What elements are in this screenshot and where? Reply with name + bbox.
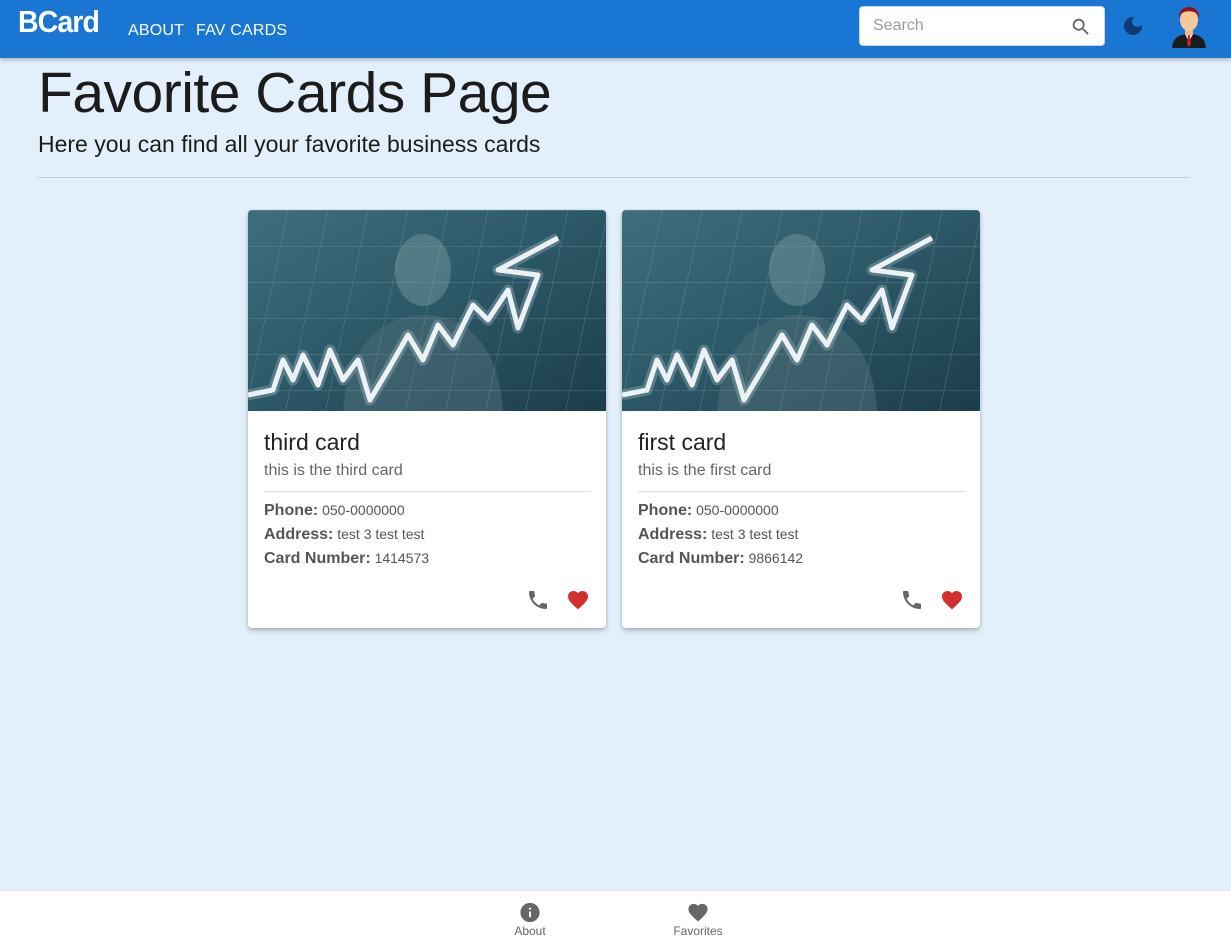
bottom-nav-favorites-label: Favorites (673, 924, 723, 937)
card-divider (638, 491, 965, 492)
app-bar: BCard ABOUT FAV CARDS (0, 0, 1231, 58)
business-card[interactable]: third card this is the third card Phone:… (248, 210, 606, 628)
card-address: Address: test 3 test test (264, 526, 424, 544)
nav-fav-cards-link[interactable]: FAV CARDS (196, 22, 287, 40)
number-label: Card Number: (638, 550, 745, 567)
bottom-nav-about[interactable]: About (470, 891, 590, 937)
card-title: first card (638, 429, 727, 455)
address-label: Address: (638, 526, 708, 543)
address-label: Address: (264, 526, 334, 543)
heart-icon[interactable] (940, 588, 964, 612)
phone-label: Phone: (264, 502, 319, 519)
card-subtitle: this is the third card (264, 462, 403, 479)
address-value: test 3 test test (337, 526, 425, 542)
phone-value: 050-0000000 (696, 502, 779, 518)
card-phone: Phone: 050-0000000 (638, 502, 779, 520)
page-title: Favorite Cards Page (38, 61, 552, 125)
number-value: 1414573 (374, 550, 430, 566)
card-title: third card (264, 429, 360, 455)
moon-icon[interactable] (1121, 14, 1145, 38)
heart-icon[interactable] (566, 588, 590, 612)
business-card[interactable]: first card this is the first card Phone:… (622, 210, 980, 628)
card-image[interactable] (622, 210, 980, 411)
card-phone: Phone: 050-0000000 (264, 502, 405, 520)
card-image[interactable] (248, 210, 606, 411)
card-address: Address: test 3 test test (638, 526, 798, 544)
number-value: 9866142 (748, 550, 804, 566)
card-subtitle: this is the first card (638, 462, 772, 479)
nav-about-link[interactable]: ABOUT (128, 22, 184, 40)
search-input[interactable] (873, 17, 1073, 35)
heart-icon (688, 903, 708, 922)
logo[interactable]: BCard (18, 4, 100, 40)
info-icon (520, 902, 540, 923)
phone-icon[interactable] (900, 588, 924, 612)
search-box (859, 6, 1105, 46)
header-divider (38, 177, 1190, 178)
user-avatar[interactable] (1170, 4, 1208, 48)
card-number: Card Number: 1414573 (264, 550, 429, 568)
phone-label: Phone: (638, 502, 693, 519)
address-value: test 3 test test (711, 526, 799, 542)
card-divider (264, 491, 591, 492)
bottom-nav-favorites[interactable]: Favorites (638, 891, 758, 937)
search-icon[interactable] (1070, 16, 1092, 38)
bottom-navigation: About Favorites (0, 890, 1231, 937)
phone-value: 050-0000000 (322, 502, 405, 518)
page-subtitle: Here you can find all your favorite busi… (38, 131, 541, 157)
phone-icon[interactable] (526, 588, 550, 612)
number-label: Card Number: (264, 550, 371, 567)
card-number: Card Number: 9866142 (638, 550, 803, 568)
bottom-nav-about-label: About (514, 924, 546, 937)
